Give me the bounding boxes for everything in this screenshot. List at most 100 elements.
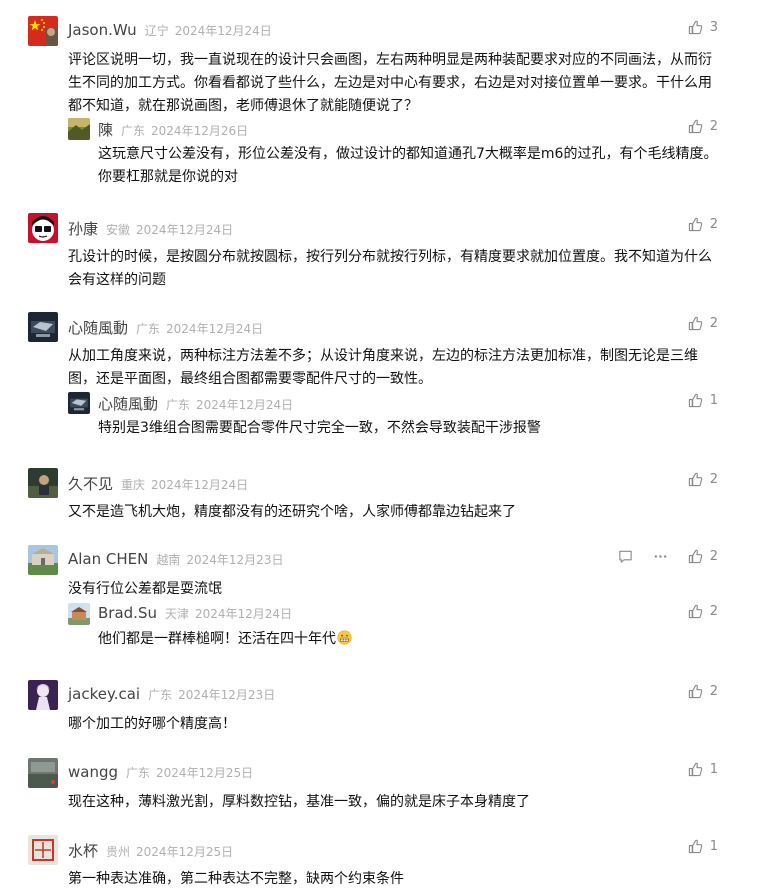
avatar[interactable] — [28, 545, 58, 575]
more-button[interactable] — [653, 549, 668, 564]
thumbs-up-icon — [688, 839, 703, 854]
comment-text: 没有行位公差都是耍流氓 — [68, 581, 222, 597]
comment-date: 2024年12月26日 — [151, 124, 249, 138]
comment-text: 评论区说明一切，我一直说现在的设计只会画图，左右两种明显是两种装配要求对应的不同… — [68, 52, 712, 114]
thumbs-up-icon — [688, 217, 703, 232]
avatar[interactable] — [28, 213, 58, 243]
thumbs-up-icon — [688, 549, 703, 564]
game-logo-avatar — [68, 392, 90, 414]
like-button[interactable]: 1 — [688, 393, 718, 408]
like-button[interactable]: 2 — [688, 604, 718, 619]
comment-item: 孙康 安徽 2024年12月24日 2 孔设计的时候，是按圆分布就按圆标，按行列… — [28, 213, 718, 288]
location: 越南 — [156, 553, 181, 567]
author-name[interactable]: Brad.Su — [98, 604, 157, 622]
building-avatar — [28, 545, 58, 575]
location: 广东 — [136, 322, 161, 336]
reply-text-content: 他们都是一群棒槌啊！还活在四十年代 — [98, 631, 336, 647]
like-button[interactable]: 1 — [688, 762, 718, 777]
comment-date: 2024年12月25日 — [156, 766, 254, 780]
reply-text: 他们都是一群棒槌啊！还活在四十年代 — [98, 628, 718, 651]
house-avatar — [68, 603, 90, 625]
comment-actions — [598, 549, 668, 564]
author-name[interactable]: wangg — [68, 763, 118, 781]
like-button[interactable]: 2 — [688, 316, 718, 331]
like-count: 1 — [709, 839, 718, 854]
comment-date: 2024年12月24日 — [136, 223, 234, 237]
avatar[interactable] — [68, 392, 90, 414]
reply-item: 心随風動 广东 2024年12月24日 1 特别是3维组合图需要配合零件尺寸完全… — [68, 392, 718, 442]
photo-avatar — [28, 468, 58, 498]
comment-item: 久不见 重庆 2024年12月24日 2 又不是造飞机大炮，精度都没有的还研究个… — [28, 468, 718, 520]
like-count: 3 — [709, 20, 718, 35]
cartoon-face-avatar — [28, 213, 58, 243]
comment-date: 2024年12月24日 — [196, 398, 294, 412]
author-name[interactable]: Jason.Wu — [68, 21, 137, 39]
author-name[interactable]: Alan CHEN — [68, 550, 148, 568]
like-count: 2 — [709, 119, 718, 134]
author-name[interactable]: 陳 — [98, 119, 113, 140]
comment-meta: 心随風動 广东 2024年12月24日 — [98, 393, 294, 414]
like-count: 2 — [709, 604, 718, 619]
like-button[interactable]: 2 — [688, 549, 718, 564]
author-name[interactable]: 心随風動 — [68, 317, 128, 338]
thumbs-up-icon — [688, 604, 703, 619]
comment-meta: Jason.Wu 辽宁 2024年12月24日 — [68, 21, 272, 39]
china-flag-avatar — [28, 16, 58, 46]
comment-text: 孔设计的时候，是按圆分布就按圆标，按行列分布就按行列标，有精度要求就加位置度。我… — [68, 249, 712, 288]
thumbs-up-icon — [688, 393, 703, 408]
avatar[interactable] — [28, 16, 58, 46]
reply-text: 特别是3维组合图需要配合零件尺寸完全一致，不然会导致装配干涉报警 — [98, 420, 541, 436]
like-button[interactable]: 2 — [688, 217, 718, 232]
avatar[interactable] — [28, 312, 58, 342]
comment-bubble-icon — [619, 550, 632, 563]
comment-date: 2024年12月24日 — [194, 607, 293, 621]
grin-emoji-icon — [337, 630, 352, 645]
author-name[interactable]: 水杯 — [68, 840, 98, 861]
avatar[interactable] — [28, 758, 58, 788]
comment-item: 心随風動 广东 2024年12月24日 2 从加工角度来说，两种标注方法差不多；… — [28, 312, 718, 442]
thumbs-up-icon — [688, 762, 703, 777]
comment-date: 2024年12月24日 — [166, 322, 264, 336]
like-count: 2 — [709, 684, 718, 699]
author-name[interactable]: 心随風動 — [98, 393, 158, 414]
like-count: 1 — [709, 393, 718, 408]
gray-photo-avatar — [28, 758, 58, 788]
location: 重庆 — [121, 478, 146, 492]
like-button[interactable]: 2 — [688, 119, 718, 134]
like-button[interactable]: 3 — [688, 20, 718, 35]
avatar[interactable] — [28, 468, 58, 498]
avatar[interactable] — [28, 680, 58, 710]
like-button[interactable]: 1 — [688, 839, 718, 854]
avatar[interactable] — [28, 835, 58, 865]
comment-item: jackey.cai 广东 2024年12月23日 2 哪个加工的好哪个精度高！ — [28, 680, 718, 732]
like-count: 2 — [709, 316, 718, 331]
comment-date: 2024年12月24日 — [174, 24, 272, 38]
avatar[interactable] — [68, 603, 90, 625]
avatar[interactable] — [68, 118, 90, 140]
thumbs-up-icon — [688, 316, 703, 331]
thumbs-up-icon — [688, 684, 703, 699]
location: 广东 — [148, 688, 173, 702]
comment-meta: 孙康 安徽 2024年12月24日 — [68, 218, 234, 239]
like-count: 2 — [709, 549, 718, 564]
comment-text: 现在这种，薄料激光割，厚料数控钻，基准一致，偏的就是床子本身精度了 — [68, 794, 530, 810]
comment-date: 2024年12月24日 — [151, 478, 249, 492]
comment-text: 又不是造飞机大炮，精度都没有的还研究个啥，人家师傅都靠边钻起来了 — [68, 504, 516, 520]
game-logo-avatar — [28, 312, 58, 342]
comment-meta: Alan CHEN 越南 2024年12月23日 — [68, 550, 283, 568]
comment-date: 2024年12月23日 — [186, 553, 284, 567]
author-name[interactable]: jackey.cai — [68, 685, 140, 703]
location: 广东 — [166, 398, 191, 412]
location: 贵州 — [106, 845, 131, 859]
comment-meta: 心随風動 广东 2024年12月24日 — [68, 317, 264, 338]
reply-button[interactable] — [618, 549, 633, 564]
comment-meta: 久不见 重庆 2024年12月24日 — [68, 473, 249, 494]
comment-date: 2024年12月25日 — [136, 845, 234, 859]
like-count: 2 — [709, 217, 718, 232]
author-name[interactable]: 孙康 — [68, 218, 98, 239]
comment-text: 从加工角度来说，两种标注方法差不多；从设计角度来说，左边的标注方法更加标准，制图… — [68, 348, 698, 387]
author-name[interactable]: 久不见 — [68, 473, 113, 494]
like-button[interactable]: 2 — [688, 472, 718, 487]
like-button[interactable]: 2 — [688, 684, 718, 699]
comment-date: 2024年12月23日 — [178, 688, 276, 702]
